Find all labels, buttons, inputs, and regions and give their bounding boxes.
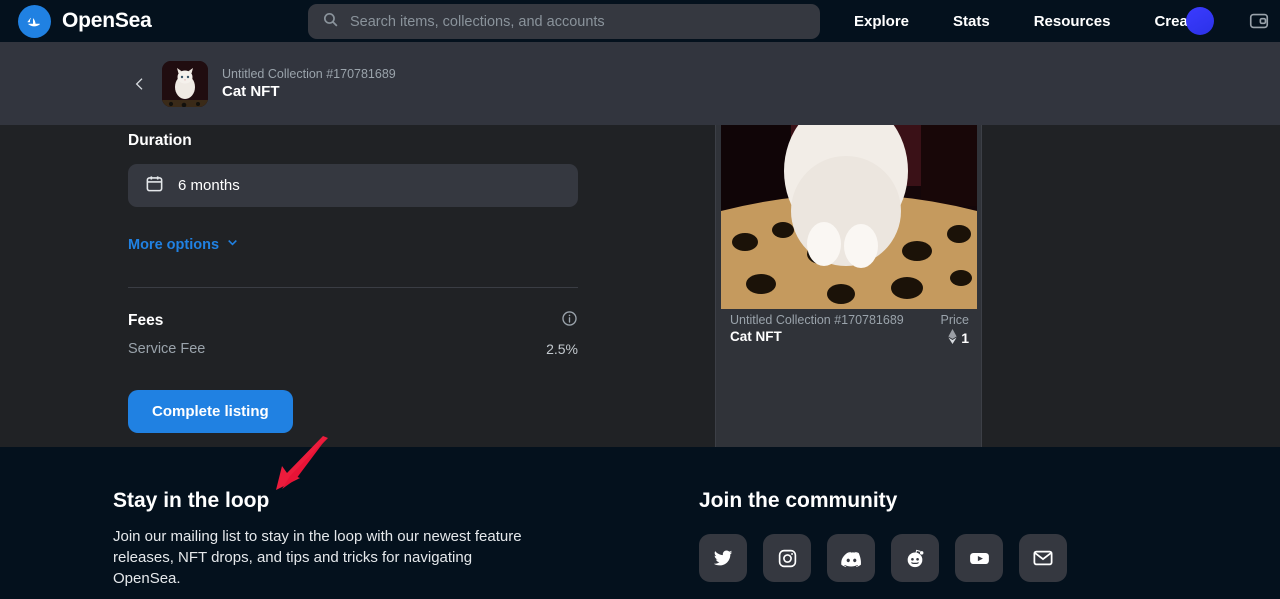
breadcrumb-collection: Untitled Collection #170781689	[222, 67, 396, 81]
fees-title: Fees	[128, 311, 164, 329]
chevron-down-icon	[226, 236, 239, 253]
instagram-icon[interactable]	[763, 534, 811, 582]
breadcrumb-text: Untitled Collection #170781689 Cat NFT	[222, 67, 396, 100]
duration-selector[interactable]: 6 months	[128, 164, 578, 207]
newsletter-heading: Stay in the loop	[113, 489, 270, 512]
calendar-icon	[145, 174, 164, 198]
cat-nft-thumbnail[interactable]	[162, 60, 208, 107]
nav-link-stats[interactable]: Stats	[931, 13, 1012, 30]
more-options-label: More options	[128, 236, 220, 253]
card-collection: Untitled Collection #170781689	[730, 313, 904, 327]
newsletter-body: Join our mailing list to stay in the loo…	[113, 528, 522, 587]
top-navigation-bar: OpenSea Explore Stats Resources Create	[0, 0, 1280, 42]
community-heading: Join the community	[699, 489, 898, 512]
youtube-icon[interactable]	[955, 534, 1003, 582]
fees-header: Fees	[128, 310, 578, 332]
fee-value: 2.5%	[546, 340, 578, 357]
site-footer: Stay in the loop Join our mailing list t…	[0, 447, 1280, 599]
card-title: Cat NFT	[730, 329, 782, 344]
twitter-icon[interactable]	[699, 534, 747, 582]
email-icon[interactable]	[1019, 534, 1067, 582]
community-section: Join the community	[699, 489, 1199, 582]
info-icon[interactable]	[561, 310, 578, 332]
wallet-icon[interactable]	[1246, 8, 1272, 34]
chevron-left-icon[interactable]	[130, 74, 150, 94]
ethereum-icon	[948, 329, 957, 347]
opensea-listing-page: OpenSea Explore Stats Resources Create	[0, 0, 1280, 599]
card-price-value: 1	[961, 330, 969, 346]
newsletter-section: Stay in the loop Join our mailing list t…	[113, 489, 593, 599]
opensea-boat-icon	[18, 4, 51, 38]
main-content: Duration 6 months More options Fees Serv…	[0, 0, 1280, 542]
brand-home-link[interactable]: OpenSea	[18, 4, 152, 38]
fee-name: Service Fee	[128, 340, 206, 357]
more-options-toggle[interactable]: More options	[128, 236, 239, 253]
complete-listing-button[interactable]: Complete listing	[128, 389, 293, 433]
breadcrumb-title: Cat NFT	[222, 83, 280, 100]
listing-form: Duration 6 months More options Fees Serv…	[128, 132, 578, 433]
card-price: 1	[941, 329, 969, 347]
card-price-label: Price	[940, 313, 969, 327]
nav-link-explore[interactable]: Explore	[832, 13, 931, 30]
table-row: Service Fee 2.5%	[128, 341, 578, 357]
search-icon	[322, 11, 339, 33]
nav-links: Explore Stats Resources Create	[832, 0, 1223, 42]
duration-label: Duration	[128, 132, 192, 149]
card-metadata: Untitled Collection #170781689 Cat NFT P…	[716, 313, 981, 347]
social-links	[699, 534, 1199, 582]
avatar-icon[interactable]	[1186, 7, 1214, 35]
duration-value: 6 months	[178, 177, 240, 194]
reddit-icon[interactable]	[891, 534, 939, 582]
discord-icon[interactable]	[827, 534, 875, 582]
brand-name: OpenSea	[62, 9, 152, 32]
section-divider	[128, 286, 578, 288]
breadcrumb: Untitled Collection #170781689 Cat NFT	[0, 42, 1280, 125]
search-bar[interactable]	[308, 4, 820, 39]
search-input[interactable]	[350, 13, 790, 30]
nav-link-resources[interactable]: Resources	[1012, 13, 1133, 30]
